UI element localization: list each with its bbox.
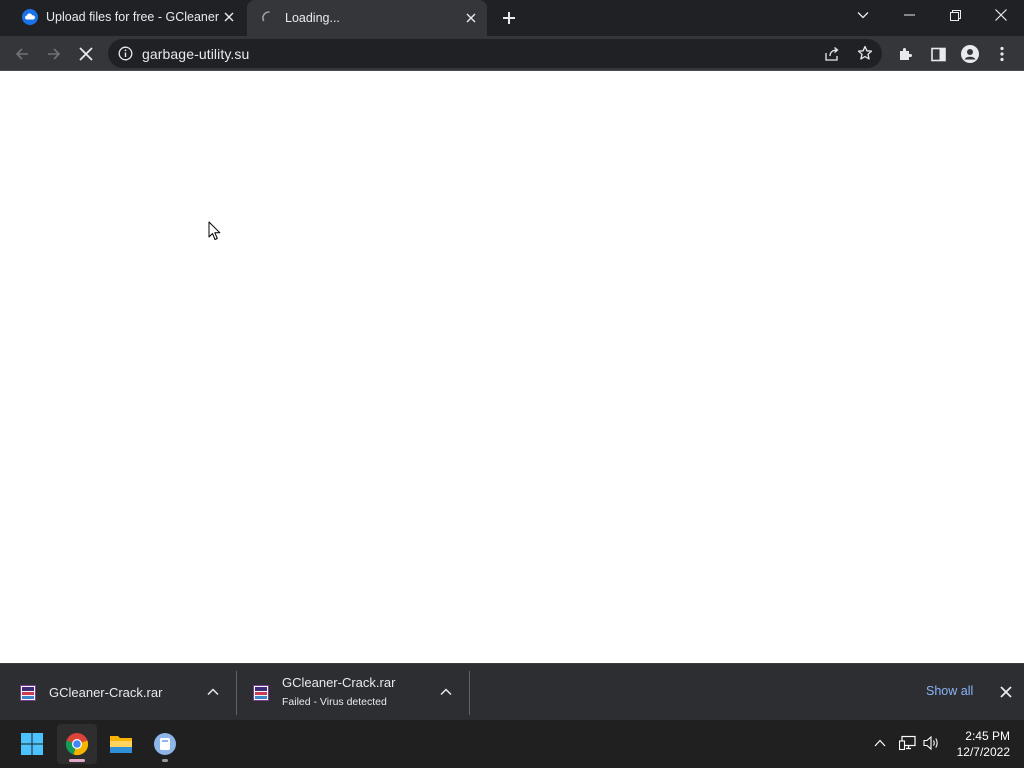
download-shelf: GCleaner-Crack.rar GCleaner-Crack.rar Fa…: [0, 663, 1024, 720]
taskbar: 2:45 PM 12/7/2022: [0, 720, 1024, 768]
running-indicator: [162, 759, 168, 762]
minimize-button[interactable]: [886, 0, 932, 30]
profile-button[interactable]: [957, 41, 983, 67]
download-filename: GCleaner-Crack.rar: [282, 675, 396, 690]
windows-start-icon: [21, 733, 43, 755]
download-item-failed[interactable]: GCleaner-Crack.rar Failed - Virus detect…: [253, 664, 469, 721]
close-window-button[interactable]: [978, 0, 1024, 30]
extensions-icon: [900, 48, 912, 60]
divider: [469, 671, 470, 715]
plus-icon: [503, 12, 515, 24]
side-panel-icon: [930, 47, 946, 61]
network-icon: [899, 735, 916, 751]
app-icon: [154, 733, 176, 755]
restore-button[interactable]: [932, 0, 978, 30]
forward-button[interactable]: [41, 41, 67, 67]
page-content: [0, 71, 1024, 663]
back-button[interactable]: [9, 41, 35, 67]
side-panel-button[interactable]: [925, 41, 951, 67]
ufile-cloud-icon: [22, 9, 38, 25]
tab-close-icon[interactable]: [219, 7, 239, 27]
volume-tray[interactable]: [921, 732, 943, 754]
divider: [236, 671, 237, 715]
chevron-down-icon: [857, 12, 869, 19]
download-status: Failed - Virus detected: [282, 696, 387, 708]
file-explorer-icon: [110, 736, 132, 753]
chevron-up-icon: [874, 739, 886, 747]
taskbar-app[interactable]: [145, 724, 185, 764]
stop-button[interactable]: [73, 41, 99, 67]
star-icon[interactable]: [857, 45, 873, 66]
download-filename: GCleaner-Crack.rar: [49, 685, 163, 700]
tab-title: Loading...: [285, 11, 340, 25]
menu-button[interactable]: [989, 41, 1015, 67]
chevron-up-icon[interactable]: [438, 684, 454, 700]
taskbar-file-explorer[interactable]: [101, 724, 141, 764]
profile-icon: [961, 45, 979, 63]
restore-icon: [949, 9, 961, 21]
loading-spinner-icon: [261, 10, 277, 26]
minimize-icon: [903, 14, 915, 16]
chrome-icon: [65, 733, 89, 756]
tab-ufile[interactable]: Upload files for free - GCleaner-Crack.r…: [8, 0, 245, 34]
stop-icon: [79, 47, 93, 61]
clock-date: 12/7/2022: [956, 745, 1010, 759]
active-indicator: [69, 759, 85, 762]
browser-toolbar: garbage-utility.su: [0, 36, 1024, 71]
info-icon[interactable]: [118, 46, 133, 66]
tab-loading[interactable]: Loading...: [247, 0, 487, 36]
menu-icon: [1000, 46, 1004, 62]
download-item[interactable]: GCleaner-Crack.rar: [20, 664, 235, 721]
new-tab-button[interactable]: [498, 7, 520, 29]
tab-strip: Upload files for free - GCleaner-Crack.r…: [0, 0, 1024, 36]
extensions-button[interactable]: [893, 41, 919, 67]
tab-close-icon[interactable]: [461, 8, 481, 28]
forward-icon: [48, 48, 61, 60]
rar-file-icon: [20, 684, 36, 701]
taskbar-chrome[interactable]: [57, 724, 97, 764]
rar-file-icon: [253, 684, 269, 701]
volume-icon: [923, 735, 938, 751]
chevron-up-icon[interactable]: [205, 684, 221, 700]
show-hidden-icons[interactable]: [869, 732, 891, 754]
clock-time: 2:45 PM: [965, 729, 1010, 743]
mouse-cursor-icon: [208, 221, 222, 246]
taskbar-clock[interactable]: 2:45 PM 12/7/2022: [944, 728, 1010, 760]
url-text: garbage-utility.su: [142, 46, 250, 62]
network-tray[interactable]: [897, 732, 919, 754]
close-shelf-button[interactable]: [998, 684, 1014, 700]
start-button[interactable]: [12, 724, 52, 764]
back-icon: [15, 48, 28, 60]
close-icon: [995, 9, 1007, 21]
tab-search-button[interactable]: [840, 0, 886, 30]
tab-title: Upload files for free - GCleaner-Crack.r…: [46, 10, 219, 24]
close-icon: [1000, 686, 1012, 698]
share-icon[interactable]: [824, 46, 840, 67]
address-bar[interactable]: garbage-utility.su: [108, 39, 882, 68]
show-all-link[interactable]: Show all: [926, 684, 973, 698]
